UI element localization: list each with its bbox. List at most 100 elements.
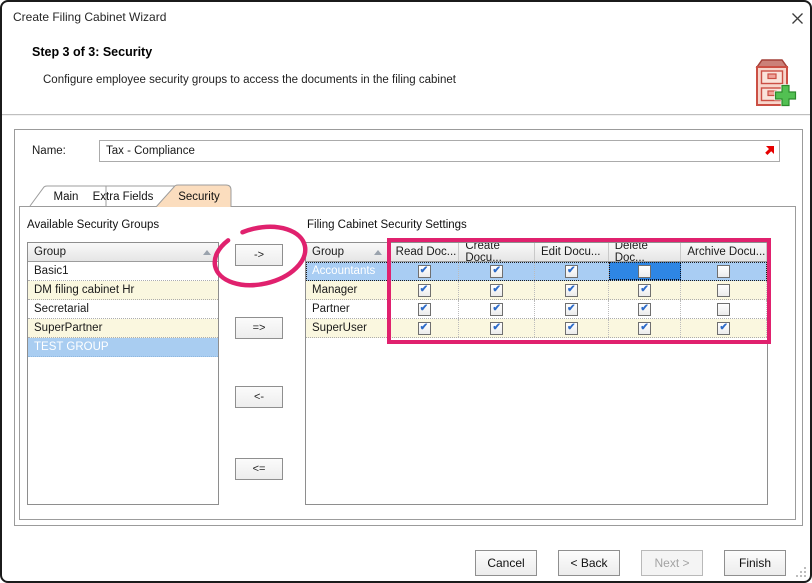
- next-button[interactable]: Next >: [641, 550, 703, 576]
- create-permission-checkbox[interactable]: ✔: [490, 322, 503, 335]
- read-cell: ✔: [390, 319, 460, 337]
- back-button[interactable]: < Back: [558, 550, 620, 576]
- column-header-archive[interactable]: Archive Docu...: [681, 243, 767, 261]
- cancel-button[interactable]: Cancel: [475, 550, 537, 576]
- filing-cabinet-add-icon: [749, 57, 797, 109]
- edit-permission-checkbox[interactable]: ✔: [565, 303, 578, 316]
- resize-grip[interactable]: [795, 566, 806, 577]
- window-title: Create Filing Cabinet Wizard: [13, 10, 166, 24]
- archive-cell: [681, 300, 767, 318]
- wizard-dialog: Create Filing Cabinet Wizard Step 3 of 3…: [0, 0, 812, 583]
- edit-cell: ✔: [535, 281, 609, 299]
- group-column-label: Group: [34, 246, 66, 258]
- available-groups-list-body: Basic1DM filing cabinet HrSecretarialSup…: [28, 262, 218, 357]
- group-column-header[interactable]: Group: [28, 243, 218, 262]
- table-row[interactable]: Accountants ✔ ✔ ✔: [306, 262, 767, 281]
- delete-cell: ✔: [609, 300, 682, 318]
- column-header-read[interactable]: Read Doc...: [390, 243, 460, 261]
- delete-permission-checkbox[interactable]: ✔: [638, 322, 651, 335]
- column-header-label: Read Doc...: [396, 246, 457, 258]
- move-all-right-button[interactable]: =>: [235, 317, 283, 339]
- column-header-label: Delete Doc...: [615, 242, 681, 264]
- column-header-group[interactable]: Group: [306, 243, 390, 261]
- create-permission-checkbox[interactable]: ✔: [490, 265, 503, 278]
- list-item[interactable]: Basic1: [28, 262, 218, 281]
- read-permission-checkbox[interactable]: ✔: [418, 303, 431, 316]
- step-title: Step 3 of 3: Security: [32, 45, 152, 59]
- group-cell: Manager: [306, 281, 390, 299]
- read-permission-checkbox[interactable]: ✔: [418, 265, 431, 278]
- group-cell: Accountants: [306, 262, 390, 280]
- read-cell: ✔: [390, 262, 460, 280]
- tab-strip: Main Extra Fields Security: [19, 183, 279, 207]
- list-item[interactable]: TEST GROUP: [28, 338, 218, 357]
- column-header-label: Archive Docu...: [687, 246, 765, 258]
- required-marker-icon: [764, 146, 774, 156]
- column-header-create[interactable]: Create Docu...: [459, 243, 535, 261]
- column-header-label: Group: [312, 246, 344, 258]
- name-input[interactable]: Tax - Compliance: [99, 140, 780, 162]
- read-permission-checkbox[interactable]: ✔: [418, 284, 431, 297]
- edit-permission-checkbox[interactable]: ✔: [565, 265, 578, 278]
- name-label: Name:: [32, 145, 66, 157]
- list-item[interactable]: DM filing cabinet Hr: [28, 281, 218, 300]
- create-cell: ✔: [459, 300, 535, 318]
- archive-permission-checkbox[interactable]: ✔: [717, 322, 730, 335]
- security-settings-title: Filing Cabinet Security Settings: [307, 219, 467, 231]
- table-row[interactable]: Manager ✔ ✔ ✔ ✔: [306, 281, 767, 300]
- edit-cell: ✔: [535, 262, 609, 280]
- archive-permission-checkbox[interactable]: [717, 265, 730, 278]
- column-header-label: Create Docu...: [465, 242, 534, 264]
- delete-permission-checkbox[interactable]: ✔: [638, 303, 651, 316]
- tab-main-label: Main: [54, 191, 79, 203]
- read-cell: ✔: [390, 300, 460, 318]
- table-row[interactable]: Partner ✔ ✔ ✔ ✔: [306, 300, 767, 319]
- delete-cell: ✔: [609, 319, 682, 337]
- edit-permission-checkbox[interactable]: ✔: [565, 322, 578, 335]
- delete-cell: ✔: [609, 281, 682, 299]
- close-icon: [791, 12, 804, 25]
- group-name: SuperUser: [312, 322, 367, 334]
- create-permission-checkbox[interactable]: ✔: [490, 284, 503, 297]
- create-cell: ✔: [459, 319, 535, 337]
- sort-asc-icon: [203, 250, 211, 255]
- edit-permission-checkbox[interactable]: ✔: [565, 284, 578, 297]
- delete-permission-checkbox[interactable]: [638, 265, 651, 278]
- header-separator: [2, 114, 810, 116]
- archive-cell: ✔: [681, 319, 767, 337]
- step-description: Configure employee security groups to ac…: [43, 74, 456, 86]
- move-all-left-button[interactable]: <=: [235, 458, 283, 480]
- group-cell: Partner: [306, 300, 390, 318]
- delete-cell: [609, 262, 682, 280]
- delete-permission-checkbox[interactable]: ✔: [638, 284, 651, 297]
- available-groups-title: Available Security Groups: [27, 219, 159, 231]
- move-selected-right-button[interactable]: ->: [235, 244, 283, 266]
- group-name: Accountants: [312, 265, 375, 277]
- create-permission-checkbox[interactable]: ✔: [490, 303, 503, 316]
- table-row[interactable]: SuperUser ✔ ✔ ✔ ✔ ✔: [306, 319, 767, 338]
- move-selected-left-button[interactable]: <-: [235, 386, 283, 408]
- edit-cell: ✔: [535, 300, 609, 318]
- finish-button[interactable]: Finish: [724, 550, 786, 576]
- archive-permission-checkbox[interactable]: [717, 303, 730, 316]
- sort-asc-icon: [374, 250, 382, 255]
- column-header-label: Edit Docu...: [541, 246, 600, 258]
- available-groups-list: Group Basic1DM filing cabinet HrSecretar…: [27, 242, 219, 505]
- read-permission-checkbox[interactable]: ✔: [418, 322, 431, 335]
- list-item[interactable]: Secretarial: [28, 300, 218, 319]
- list-item[interactable]: SuperPartner: [28, 319, 218, 338]
- security-settings-table: Group Read Doc... Create Docu... Edit Docu.…: [305, 242, 768, 505]
- group-name: Partner: [312, 303, 350, 315]
- security-table-header: Group Read Doc... Create Docu... Edit Docu.…: [306, 243, 767, 262]
- archive-cell: [681, 281, 767, 299]
- create-cell: ✔: [459, 262, 535, 280]
- edit-cell: ✔: [535, 319, 609, 337]
- read-cell: ✔: [390, 281, 460, 299]
- column-header-delete[interactable]: Delete Doc...: [609, 243, 682, 261]
- column-header-edit[interactable]: Edit Docu...: [535, 243, 609, 261]
- group-name: Manager: [312, 284, 357, 296]
- archive-permission-checkbox[interactable]: [717, 284, 730, 297]
- close-button[interactable]: [788, 9, 806, 27]
- name-value: Tax - Compliance: [106, 145, 195, 157]
- group-cell: SuperUser: [306, 319, 390, 337]
